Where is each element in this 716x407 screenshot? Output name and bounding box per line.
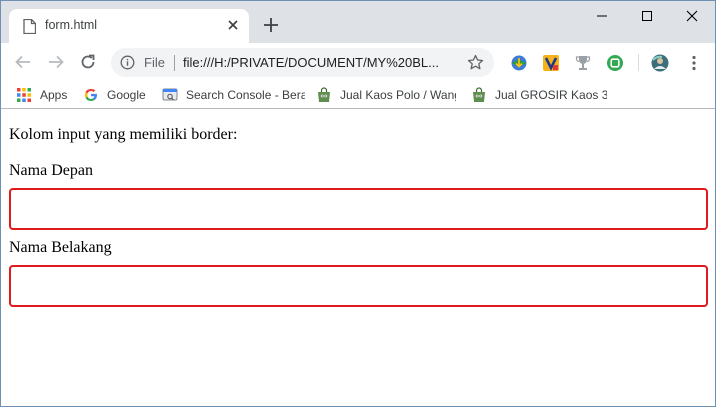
maximize-icon bbox=[642, 11, 652, 21]
first-name-input[interactable] bbox=[9, 188, 708, 230]
browser-toolbar: File file:///H:/PRIVATE/DOCUMENT/MY%20BL… bbox=[1, 43, 715, 81]
tab-title: form.html bbox=[45, 18, 98, 32]
url-text[interactable]: file:///H:/PRIVATE/DOCUMENT/MY%20BL... bbox=[183, 55, 439, 70]
profile-avatar[interactable] bbox=[651, 54, 669, 72]
forward-arrow-icon bbox=[49, 55, 64, 69]
back-arrow-icon bbox=[15, 55, 30, 69]
forward-button[interactable] bbox=[45, 51, 67, 73]
search-console-icon bbox=[162, 88, 178, 101]
shop-bag-icon bbox=[318, 87, 330, 102]
address-bar[interactable]: File file:///H:/PRIVATE/DOCUMENT/MY%20BL… bbox=[111, 48, 494, 77]
bookmark-apps[interactable]: Apps bbox=[16, 85, 67, 105]
info-icon[interactable] bbox=[120, 55, 135, 70]
bookmark-google[interactable]: Google bbox=[83, 85, 146, 105]
download-manager-extension-icon[interactable] bbox=[510, 54, 528, 72]
browser-window: form.html File file:///H:/PRIVATE/DOCUME… bbox=[0, 0, 716, 407]
bookmark-search-console[interactable]: Search Console - Bera bbox=[162, 85, 305, 105]
kebab-menu-icon[interactable] bbox=[685, 54, 703, 72]
page-content: Kolom input yang memiliki border: Nama D… bbox=[1, 110, 715, 406]
bookmark-label: Search Console - Bera bbox=[186, 88, 305, 102]
tab-form-html[interactable]: form.html bbox=[9, 9, 249, 43]
green-circle-extension-icon[interactable] bbox=[606, 54, 624, 72]
maximize-button[interactable] bbox=[624, 1, 670, 31]
new-tab-icon[interactable] bbox=[261, 15, 281, 35]
bookmark-jual-grosir-kaos[interactable]: Jual GROSIR Kaos 3D bbox=[471, 85, 607, 105]
close-tab-icon[interactable] bbox=[225, 17, 241, 33]
tab-strip: form.html bbox=[1, 1, 715, 43]
google-icon bbox=[85, 89, 97, 101]
apps-grid-icon bbox=[17, 88, 31, 102]
close-icon bbox=[686, 10, 698, 22]
first-name-label: Nama Depan bbox=[9, 162, 93, 179]
shop-bag-icon bbox=[473, 87, 485, 102]
toolbar-separator bbox=[638, 54, 639, 71]
minimize-button[interactable] bbox=[579, 1, 625, 31]
address-separator bbox=[174, 55, 175, 71]
intro-text: Kolom input yang memiliki border: bbox=[9, 126, 238, 143]
bookmark-label: Google bbox=[107, 88, 146, 102]
reload-button[interactable] bbox=[77, 51, 99, 73]
bookmark-label: Jual Kaos Polo / Wang bbox=[340, 88, 456, 102]
bookmark-label: Jual GROSIR Kaos 3D bbox=[495, 88, 607, 102]
close-window-button[interactable] bbox=[669, 1, 715, 31]
bookmarks-bar: Apps Google Search Console - Bera Jual K… bbox=[1, 81, 715, 109]
last-name-input[interactable] bbox=[9, 265, 708, 307]
bookmark-label: Apps bbox=[40, 88, 68, 102]
reload-icon bbox=[81, 54, 95, 69]
url-scheme-label: File bbox=[144, 55, 165, 70]
document-icon bbox=[23, 19, 36, 34]
back-button[interactable] bbox=[12, 51, 34, 73]
last-name-label: Nama Belakang bbox=[9, 239, 112, 256]
trophy-extension-icon[interactable] bbox=[574, 54, 592, 72]
minimize-icon bbox=[597, 15, 607, 17]
bookmark-star-icon[interactable] bbox=[467, 54, 484, 71]
bookmark-jual-kaos-polo[interactable]: Jual Kaos Polo / Wang bbox=[316, 85, 456, 105]
v-extension-icon[interactable] bbox=[542, 54, 560, 72]
